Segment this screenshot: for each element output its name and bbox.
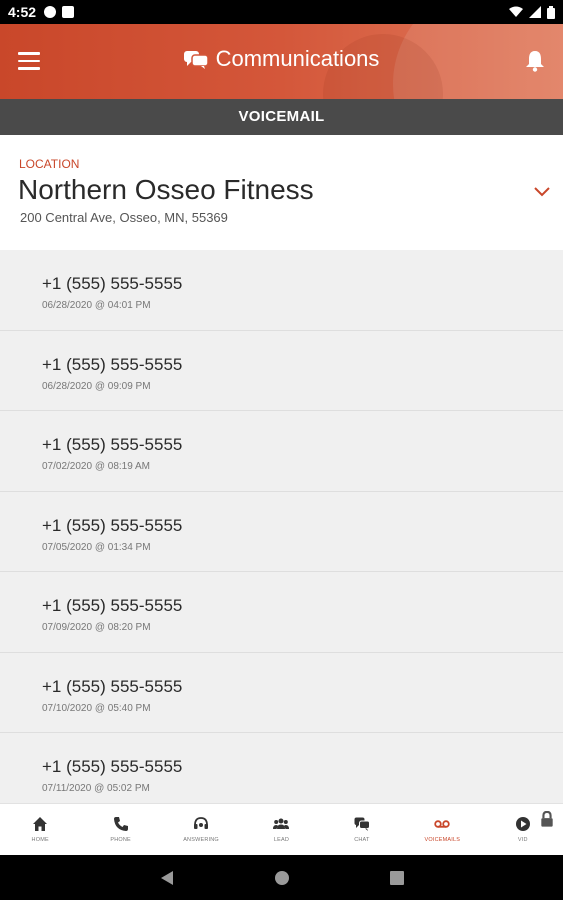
status-bar: 4:52	[0, 0, 563, 24]
location-name: Northern Osseo Fitness	[18, 174, 314, 205]
wifi-icon	[509, 6, 523, 17]
voicemail-timestamp: 07/10/2020 @ 05:40 PM	[42, 702, 151, 714]
phone-icon	[113, 817, 128, 831]
chat-icon	[354, 817, 370, 831]
voicemail-number: +1 (555) 555-5555	[42, 515, 183, 535]
nav-vid-label: VID	[517, 837, 528, 843]
nav-phone-label: PHONE	[110, 837, 131, 843]
voicemail-number: +1 (555) 555-5555	[42, 274, 183, 293]
voicemail-timestamp: 07/02/2020 @ 08:19 AM	[42, 461, 151, 472]
nav-home-label: HOME	[31, 837, 49, 843]
header-title-text: Communications	[215, 46, 380, 71]
voicemail-number: +1 (555) 555-5555	[42, 676, 183, 696]
voicemail-timestamp: 07/11/2020 @ 05:02 PM	[42, 783, 150, 794]
location-selector[interactable]: LOCATION Northern Osseo Fitness 200 Cent…	[0, 135, 563, 250]
voicemail-row[interactable]: +1 (555) 555-5555 07/10/2020 @ 05:40 PM	[0, 653, 563, 733]
voicemail-number: +1 (555) 555-5555	[42, 757, 183, 776]
play-icon	[515, 817, 530, 831]
voicemail-number: +1 (555) 555-5555	[42, 435, 183, 454]
home-circle-icon[interactable]	[274, 870, 290, 886]
voicemail-row[interactable]: +1 (555) 555-5555 06/28/2020 @ 09:09 PM	[0, 331, 563, 411]
voicemail-list: +1 (555) 555-5555 06/28/2020 @ 04:01 PM …	[0, 250, 563, 803]
nav-home[interactable]: HOME	[0, 804, 80, 855]
header-title: Communications	[0, 46, 563, 72]
nav-lead[interactable]: LEAD	[241, 804, 321, 855]
recents-icon[interactable]	[389, 870, 404, 885]
voicemail-timestamp: 06/28/2020 @ 09:09 PM	[42, 380, 151, 392]
sd-card-icon	[62, 6, 75, 18]
people-icon	[273, 818, 290, 829]
headset-icon	[194, 817, 209, 829]
chevron-down-icon[interactable]	[533, 185, 551, 199]
voicemail-row[interactable]: +1 (555) 555-5555 06/28/2020 @ 04:01 PM	[0, 250, 563, 331]
nav-phone[interactable]: PHONE	[80, 804, 160, 855]
voicemail-row[interactable]: +1 (555) 555-5555 07/09/2020 @ 08:20 PM	[0, 572, 563, 653]
back-icon[interactable]	[160, 870, 174, 886]
lock-icon	[541, 811, 553, 827]
signal-icon	[529, 6, 541, 18]
status-time: 4:52	[8, 4, 37, 20]
voicemail-number: +1 (555) 555-5555	[42, 354, 183, 374]
nav-vid[interactable]: VID	[483, 804, 563, 855]
voicemail-timestamp: 06/28/2020 @ 04:01 PM	[42, 300, 151, 311]
nav-lead-label: LEAD	[273, 837, 290, 843]
notification-icon	[44, 6, 57, 18]
voicemail-row[interactable]: +1 (555) 555-5555 07/02/2020 @ 08:19 AM	[0, 411, 563, 492]
app-header: Communications	[0, 24, 563, 99]
location-label: LOCATION	[19, 157, 80, 171]
home-icon	[33, 817, 48, 831]
voicemail-row[interactable]: +1 (555) 555-5555 07/11/2020 @ 05:02 PM	[0, 733, 563, 803]
voicemail-timestamp: 07/05/2020 @ 01:34 PM	[42, 541, 151, 553]
nav-voicemails-label: VOICEMAILS	[424, 837, 461, 843]
nav-chat[interactable]: CHAT	[322, 804, 402, 855]
voicemail-row[interactable]: +1 (555) 555-5555 07/05/2020 @ 01:34 PM	[0, 492, 563, 572]
system-nav-bar	[0, 855, 563, 900]
bottom-nav: HOME PHONE ANSWERING LEAD CHAT VOICEMAIL…	[0, 803, 563, 855]
nav-chat-label: CHAT	[354, 837, 370, 843]
section-title: VOICEMAIL	[0, 99, 563, 135]
voicemail-timestamp: 07/09/2020 @ 08:20 PM	[42, 622, 151, 633]
voicemail-icon	[434, 820, 451, 828]
nav-answering[interactable]: ANSWERING	[161, 804, 241, 855]
voicemail-number: +1 (555) 555-5555	[42, 596, 183, 615]
chat-bubbles-icon	[183, 51, 208, 69]
nav-voicemails[interactable]: VOICEMAILS	[402, 804, 482, 855]
bell-icon[interactable]	[525, 50, 545, 72]
nav-answering-label: ANSWERING	[183, 837, 219, 843]
location-address: 200 Central Ave, Osseo, MN, 55369	[20, 210, 228, 225]
battery-icon	[547, 5, 555, 19]
